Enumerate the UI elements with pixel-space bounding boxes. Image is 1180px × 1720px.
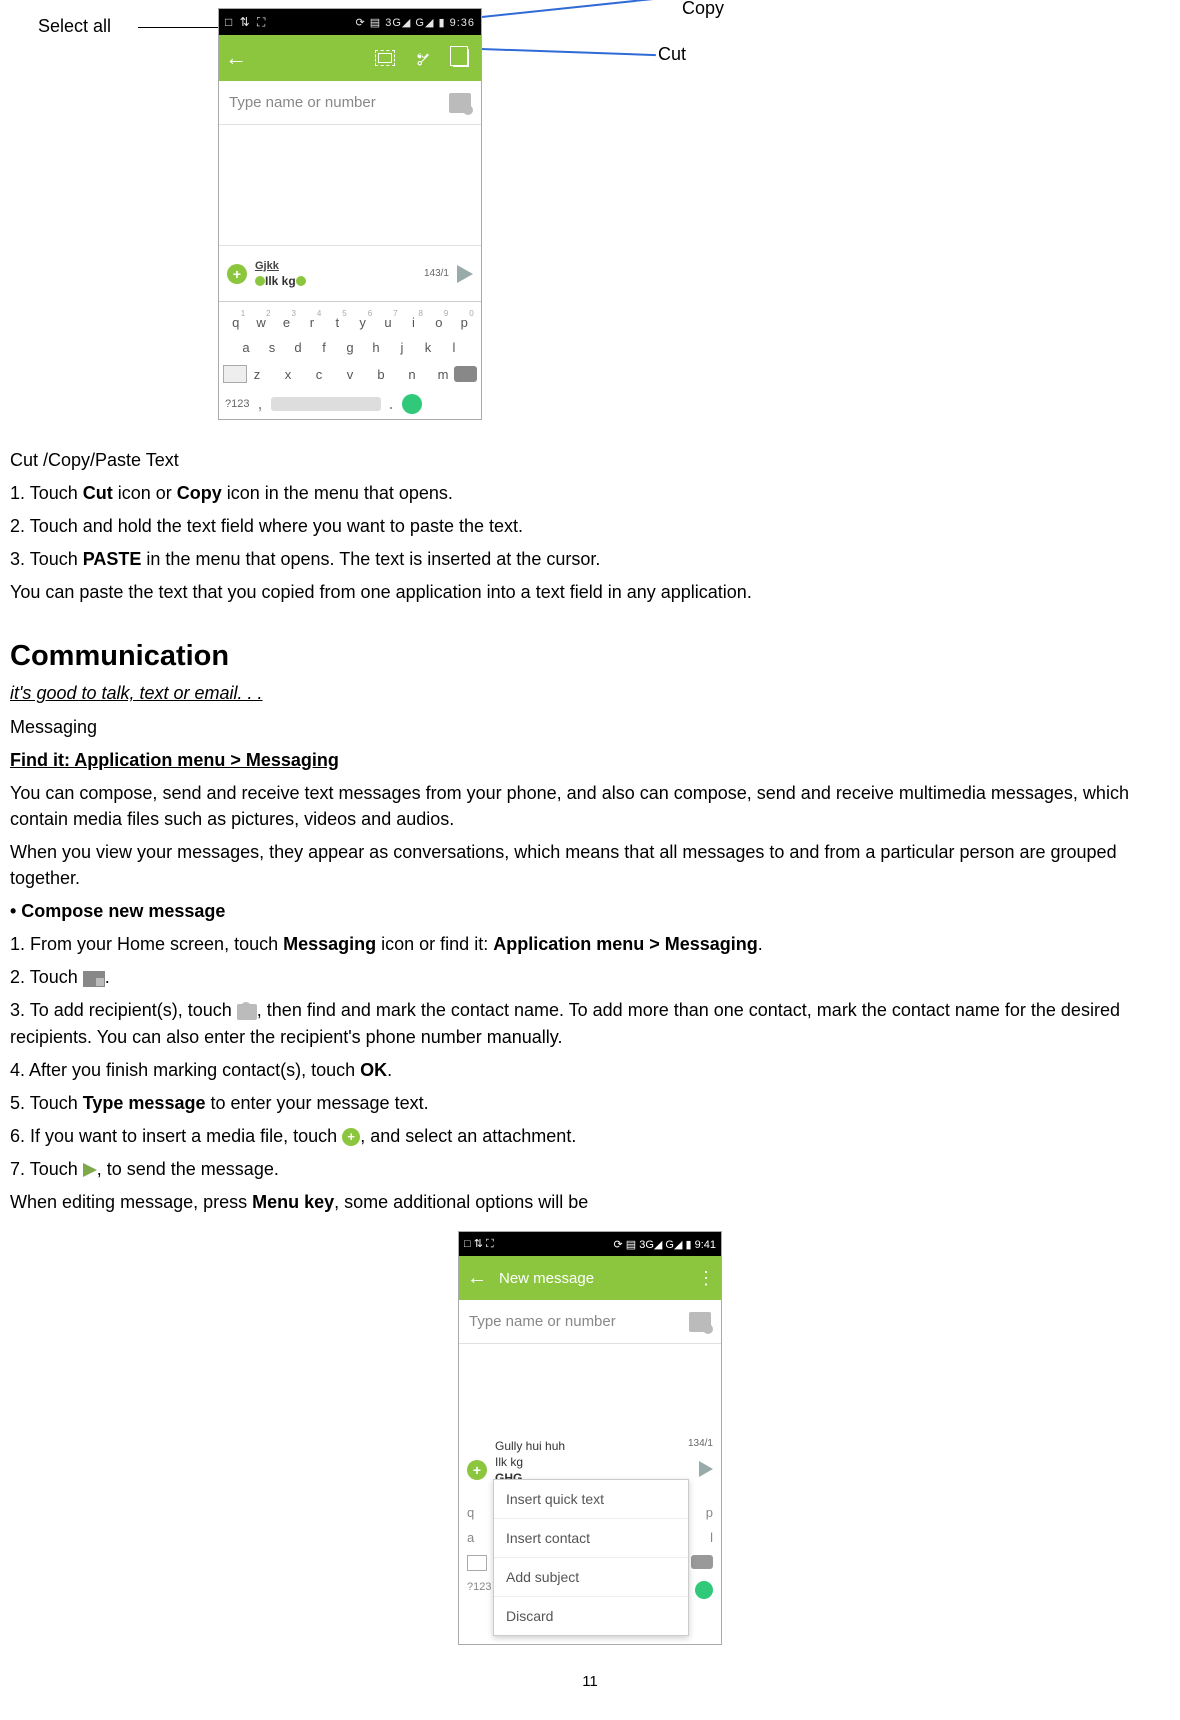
subtitle: it's good to talk, text or email. . . [10, 680, 1170, 706]
document-body: Cut /Copy/Paste Text 1. Touch Cut icon o… [8, 447, 1172, 1690]
back-icon[interactable]: ← [225, 45, 253, 71]
status-right: ⟳ ▤ 3G◢ G◢ ▮ 9:36 [355, 16, 475, 29]
compose-step6: 6. If you want to insert a media file, t… [10, 1123, 1170, 1149]
messaging-p2: When you view your messages, they appear… [10, 839, 1170, 891]
annot-copy: Copy [682, 0, 724, 19]
recipient-placeholder: Type name or number [229, 94, 441, 111]
note-paste: You can paste the text that you copied f… [10, 579, 1170, 605]
send-icon[interactable] [457, 265, 473, 283]
send-icon-2[interactable] [699, 1461, 713, 1477]
status-bar: □ ⇅ ⛶ ⟳ ▤ 3G◢ G◢ ▮ 9:36 [219, 9, 481, 35]
annot-cut: Cut [658, 44, 686, 65]
symbols-key[interactable]: ?123 [225, 398, 249, 410]
menu-item-insertcontact[interactable]: Insert contact [494, 1519, 688, 1558]
compose-step4: 4. After you finish marking contact(s), … [10, 1057, 1170, 1083]
action-bar-2: ← New message ⋮ [459, 1256, 721, 1300]
compose-step7: 7. Touch , to send the message. [10, 1156, 1170, 1182]
step-3: 3. Touch PASTE in the menu that opens. T… [10, 546, 1170, 572]
compose-row: + Gjkk Ilk kg 143/1 [219, 245, 481, 301]
compose-icon [83, 971, 105, 987]
screen-title: New message [499, 1270, 685, 1287]
step-2: 2. Touch and hold the text field where y… [10, 513, 1170, 539]
compose-step5: 5. Touch Type message to enter your mess… [10, 1090, 1170, 1116]
recipient-row-2[interactable]: Type name or number [459, 1300, 721, 1344]
char-count-2: 134/1 [688, 1438, 713, 1449]
messaging-p1: You can compose, send and receive text m… [10, 780, 1170, 832]
action-bar: ← [219, 35, 481, 81]
cut-icon[interactable] [409, 44, 437, 72]
menu-item-addsubject[interactable]: Add subject [494, 1558, 688, 1597]
status-bar-2: □ ⇅ ⛶ ⟳ ▤ 3G◢ G◢ ▮ 9:41 [459, 1232, 721, 1256]
annot-select-all: Select all [38, 16, 111, 37]
space-key[interactable] [271, 397, 381, 411]
copy-icon[interactable] [447, 44, 475, 72]
attach-icon[interactable]: + [467, 1460, 487, 1480]
add-contact-icon[interactable] [689, 1312, 711, 1332]
recipient-row[interactable]: Type name or number [219, 81, 481, 125]
line-copy [463, 0, 676, 20]
heading-communication: Communication [10, 640, 1170, 673]
heading-cutcopypaste: Cut /Copy/Paste Text [10, 447, 1170, 473]
compose-step1: 1. From your Home screen, touch Messagin… [10, 931, 1170, 957]
soft-keyboard[interactable]: q1w2e3r4t5y6u7i8o9p0 asdfghjkl zxcvbnm ?… [219, 301, 481, 419]
heading-messaging: Messaging [10, 714, 1170, 740]
plus-icon: + [342, 1128, 360, 1146]
char-count: 143/1 [424, 268, 449, 279]
backspace-key[interactable] [454, 366, 477, 382]
phone-screenshot-1: □ ⇅ ⛶ ⟳ ▤ 3G◢ G◢ ▮ 9:36 ← Type name or n… [218, 8, 482, 420]
send-icon-inline [83, 1163, 97, 1177]
emoji-key[interactable] [402, 394, 422, 414]
options-menu: Insert quick text Insert contact Add sub… [493, 1479, 689, 1636]
top-annotated-figure: Select all Copy Cut □ ⇅ ⛶ ⟳ ▤ 3G◢ G◢ ▮ 9… [8, 0, 1172, 440]
findit-path: Find it: Application menu > Messaging [10, 747, 1170, 773]
bullet-compose: • Compose new message [10, 898, 1170, 924]
overflow-icon[interactable]: ⋮ [697, 1268, 713, 1289]
select-all-icon[interactable] [371, 44, 399, 72]
menu-item-quicktext[interactable]: Insert quick text [494, 1480, 688, 1519]
menu-item-discard[interactable]: Discard [494, 1597, 688, 1635]
message-text[interactable]: Gjkk Ilk kg [255, 258, 416, 289]
compose-step2: 2. Touch . [10, 964, 1170, 990]
phone-screenshot-2: □ ⇅ ⛶ ⟳ ▤ 3G◢ G◢ ▮ 9:41 ← New message ⋮ … [458, 1231, 722, 1645]
compose-step3: 3. To add recipient(s), touch , then fin… [10, 997, 1170, 1049]
shift-key[interactable] [223, 365, 247, 383]
back-icon[interactable]: ← [467, 1267, 487, 1290]
page-number: 11 [10, 1673, 1170, 1690]
add-contact-icon[interactable] [449, 93, 471, 113]
message-body-blank [219, 125, 481, 245]
attach-icon[interactable]: + [227, 264, 247, 284]
status-left: □ ⇅ ⛶ [225, 15, 267, 30]
compose-note: When editing message, press Menu key, so… [10, 1189, 1170, 1215]
contact-icon [237, 1004, 257, 1020]
step-1: 1. Touch Cut icon or Copy icon in the me… [10, 480, 1170, 506]
